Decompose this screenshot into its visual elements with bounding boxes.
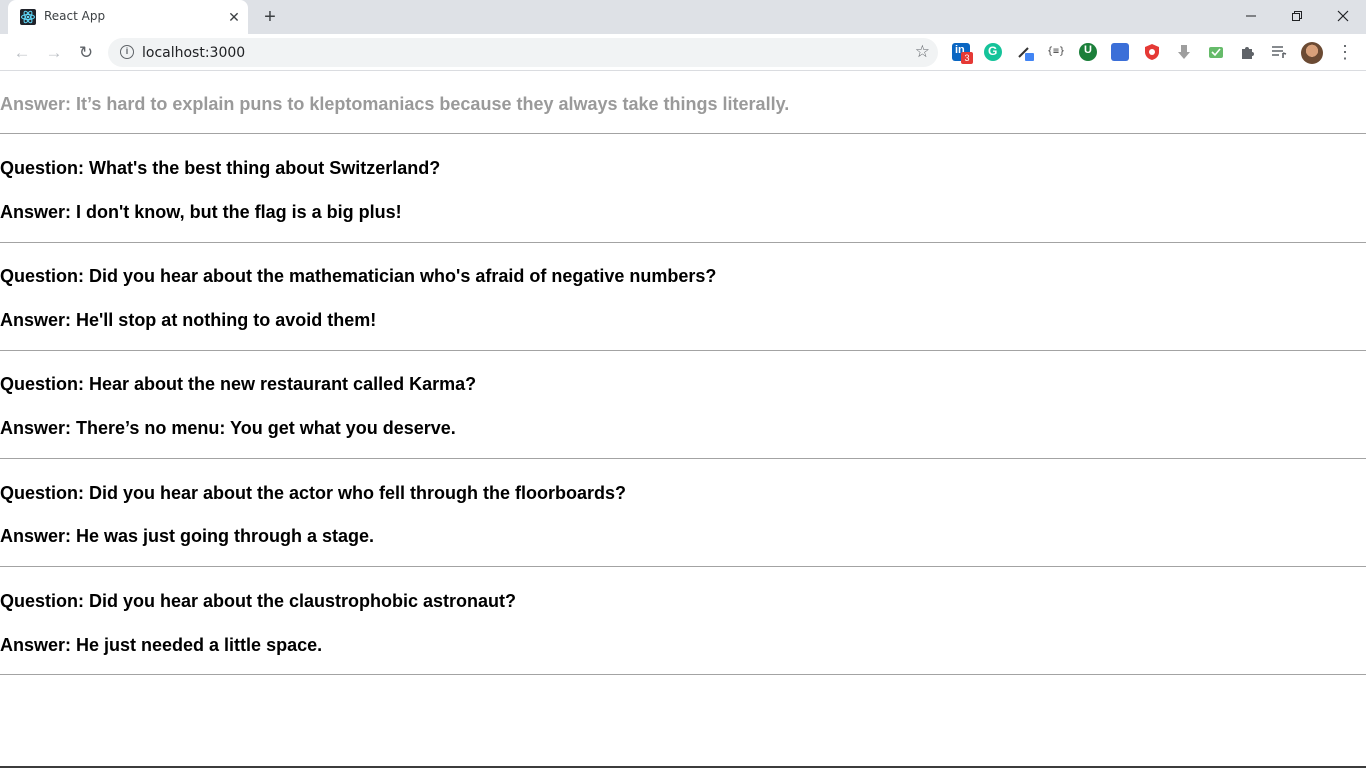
- restore-icon: [1292, 11, 1302, 22]
- joke-question: Question: Did you hear about the actor w…: [0, 483, 627, 503]
- separator: [0, 133, 1366, 134]
- browser-menu-icon[interactable]: ⋮: [1336, 40, 1354, 64]
- new-tab-button[interactable]: +: [258, 6, 282, 30]
- bookmark-star-icon[interactable]: ☆: [915, 42, 930, 62]
- browser-toolbar: ← → ↻ i localhost:3000 ☆ in 3 G {≡} U ⋮: [0, 34, 1366, 71]
- minimize-button[interactable]: [1228, 0, 1274, 30]
- profile-avatar[interactable]: [1301, 42, 1323, 64]
- joke-question: Question: Hear about the new restaurant …: [0, 374, 477, 394]
- back-button[interactable]: ←: [8, 39, 36, 67]
- download-extension-icon[interactable]: [1175, 43, 1193, 61]
- restore-button[interactable]: [1274, 0, 1320, 30]
- media-control-icon[interactable]: [1270, 43, 1288, 61]
- url-text[interactable]: localhost:3000: [142, 45, 245, 61]
- info-icon[interactable]: i: [120, 45, 134, 59]
- separator: [0, 242, 1366, 243]
- separator: [0, 350, 1366, 351]
- forward-button[interactable]: →: [40, 39, 68, 67]
- tab-title: React App: [44, 9, 106, 23]
- tab-close-icon[interactable]: ✕: [226, 9, 242, 25]
- extensions-puzzle-icon[interactable]: [1239, 43, 1257, 61]
- joke-answer: Answer: I don't know, but the flag is a …: [0, 202, 402, 222]
- separator: [0, 566, 1366, 567]
- close-window-button[interactable]: [1320, 0, 1366, 30]
- joke-answer: Answer: He'll stop at nothing to avoid t…: [0, 310, 377, 330]
- partial-answer-text: Answer: It’s hard to explain puns to kle…: [0, 94, 790, 114]
- linkedin-badge: 3: [961, 52, 973, 64]
- separator: [0, 458, 1366, 459]
- joke-question: Question: Did you hear about the mathema…: [0, 266, 717, 286]
- joke-answer: Answer: There’s no menu: You get what yo…: [0, 418, 456, 438]
- joke-question: Question: What's the best thing about Sw…: [0, 158, 441, 178]
- color-picker-extension-icon[interactable]: [1017, 43, 1035, 61]
- joke-answer: Answer: He was just going through a stag…: [0, 526, 375, 546]
- reload-button[interactable]: ↻: [72, 39, 100, 67]
- inbox-extension-icon[interactable]: [1207, 43, 1225, 61]
- arrow-right-icon: →: [45, 43, 63, 62]
- grammarly-extension-icon[interactable]: G: [984, 43, 1002, 61]
- arrow-left-icon: ←: [13, 43, 31, 62]
- ublock-extension-icon[interactable]: U: [1079, 43, 1097, 61]
- page-content: Answer: It’s hard to explain puns to kle…: [0, 72, 1366, 766]
- react-logo-icon: [20, 9, 36, 25]
- shield-extension-icon[interactable]: [1143, 43, 1161, 61]
- tab-strip: React App ✕ +: [0, 0, 1366, 34]
- tab-manager-extension-icon[interactable]: [1111, 43, 1129, 61]
- separator: [0, 674, 1366, 675]
- browser-tab[interactable]: React App ✕: [8, 0, 248, 34]
- reload-icon: ↻: [78, 43, 94, 62]
- linkedin-extension-icon[interactable]: in 3: [952, 43, 973, 64]
- minimize-icon: [1246, 15, 1256, 17]
- close-icon: [1337, 10, 1349, 22]
- joke-answer: Answer: He just needed a little space.: [0, 635, 323, 655]
- json-viewer-extension-icon[interactable]: {≡}: [1047, 43, 1065, 61]
- joke-question: Question: Did you hear about the claustr…: [0, 591, 517, 611]
- address-bar[interactable]: i localhost:3000 ☆: [108, 38, 938, 67]
